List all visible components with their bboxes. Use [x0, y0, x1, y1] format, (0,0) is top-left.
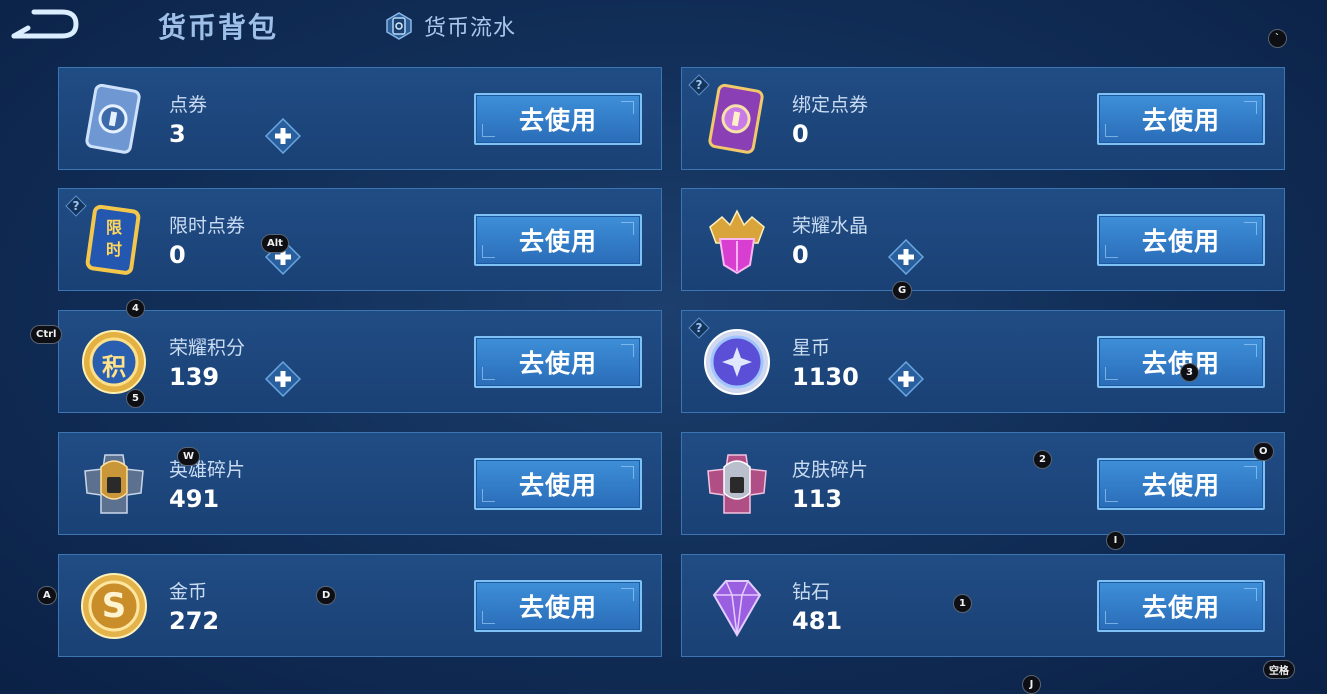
plus-icon: [887, 238, 925, 276]
hotkey-badge-backtick: `: [1268, 29, 1287, 48]
top-bar: 货币背包 货币流水: [0, 0, 1327, 60]
gold-coin-icon-text: S: [101, 586, 127, 626]
currency-amount: 1130: [792, 363, 859, 391]
use-button[interactable]: 去使用: [1097, 580, 1265, 632]
currency-amount: 113: [792, 485, 843, 513]
add-button[interactable]: [887, 360, 925, 398]
currency-amount: 0: [169, 241, 186, 269]
currency-name: 钻石: [792, 581, 831, 603]
use-button-label: 去使用: [1141, 593, 1220, 622]
back-button[interactable]: [10, 6, 80, 42]
currency-amount: 491: [169, 485, 220, 513]
plus-icon: [887, 360, 925, 398]
hotkey-badge-i: I: [1106, 531, 1125, 550]
use-button[interactable]: 去使用: [474, 93, 642, 145]
points-icon-text: 积: [102, 353, 126, 381]
ledger-icon: [386, 12, 412, 40]
use-button-label: 去使用: [1141, 227, 1220, 256]
currency-history-label: 货币流水: [424, 16, 517, 41]
hotkey-badge-d: D: [316, 586, 337, 605]
currency-name: 金币: [169, 581, 208, 603]
page-title: 货币背包: [158, 11, 279, 44]
currency-name: 绑定点券: [792, 94, 869, 116]
currency-amount: 3: [169, 120, 186, 148]
currency-amount: 0: [792, 120, 809, 148]
hotkey-badge-j: J: [1022, 675, 1041, 694]
points-icon: 积: [77, 325, 151, 399]
skin-fragment-icon: [700, 447, 774, 521]
back-arrow-icon: [11, 9, 79, 39]
plus-icon: [264, 360, 302, 398]
use-button[interactable]: 去使用: [474, 458, 642, 510]
currency-amount: 139: [169, 363, 220, 391]
use-button[interactable]: 去使用: [1097, 214, 1265, 266]
hotkey-badge-1: 1: [953, 594, 972, 613]
currency-card-bound-coupon: ? 绑定点券 0 去使用: [681, 67, 1285, 170]
currency-amount: 481: [792, 607, 843, 635]
add-button[interactable]: [264, 117, 302, 155]
use-button-label: 去使用: [518, 106, 597, 135]
hotkey-badge-w: W: [177, 447, 201, 466]
hotkey-badge-5: 5: [126, 389, 145, 408]
use-button-label: 去使用: [1141, 471, 1220, 500]
currency-name: 点券: [169, 94, 208, 116]
hotkey-badge-4: 4: [126, 299, 145, 318]
gold-coin-icon: S: [77, 569, 151, 643]
currency-card-skin-fragment: 皮肤碎片 113 去使用: [681, 432, 1285, 535]
add-button[interactable]: [887, 238, 925, 276]
currency-amount: 0: [792, 241, 809, 269]
hotkey-badge-3: 3: [1180, 363, 1199, 382]
use-button-label: 去使用: [518, 471, 597, 500]
use-button[interactable]: 去使用: [474, 336, 642, 388]
currency-amount: 272: [169, 607, 220, 635]
limited-coupon-icon-text: 限时: [105, 218, 122, 259]
currency-card-glory-points: 积 荣耀积分 139 去使用: [58, 310, 662, 413]
hotkey-badge-a: A: [37, 586, 57, 605]
currency-card-glory-crystal: 荣耀水晶 0 去使用: [681, 188, 1285, 291]
currency-card-diamond: 钻石 481 去使用: [681, 554, 1285, 657]
plus-icon: [264, 117, 302, 155]
add-button[interactable]: [264, 360, 302, 398]
hotkey-badge-alt: Alt: [261, 234, 289, 253]
star-coin-icon: [700, 325, 774, 399]
use-button[interactable]: 去使用: [474, 214, 642, 266]
currency-name: 限时点券: [169, 215, 246, 237]
coupon-icon: [77, 82, 151, 156]
limited-coupon-icon: 限时: [77, 203, 151, 277]
currency-card-hero-fragment: 英雄碎片 491 去使用: [58, 432, 662, 535]
use-button-label: 去使用: [518, 227, 597, 256]
bound-coupon-icon: [700, 82, 774, 156]
crystal-icon: [700, 203, 774, 277]
use-button[interactable]: 去使用: [1097, 336, 1265, 388]
hotkey-badge-o: O: [1253, 442, 1274, 461]
currency-name: 荣耀积分: [169, 337, 246, 359]
hero-fragment-icon: [77, 447, 151, 521]
currency-card-star-coin: ? 星币 1130 去使用: [681, 310, 1285, 413]
currency-card-limited-coupon: ? 限时 限时点券 0 去使用: [58, 188, 662, 291]
use-button[interactable]: 去使用: [474, 580, 642, 632]
currency-history-link[interactable]: 货币流水: [384, 8, 516, 44]
use-button-label: 去使用: [518, 593, 597, 622]
currency-name: 荣耀水晶: [792, 215, 869, 237]
hotkey-badge-g: G: [892, 281, 913, 300]
currency-card-gold: S 金币 272 去使用: [58, 554, 662, 657]
hotkey-badge-ctrl: Ctrl: [30, 325, 63, 344]
currency-name: 星币: [792, 337, 831, 359]
currency-name: 皮肤碎片: [792, 459, 869, 481]
diamond-icon: [700, 569, 774, 643]
use-button-label: 去使用: [518, 349, 597, 378]
currency-card-coupon: 点券 3 去使用: [58, 67, 662, 170]
use-button[interactable]: 去使用: [1097, 458, 1265, 510]
hotkey-badge-space: 空格: [1263, 660, 1295, 679]
use-button[interactable]: 去使用: [1097, 93, 1265, 145]
hotkey-badge-2: 2: [1033, 450, 1052, 469]
use-button-label: 去使用: [1141, 106, 1220, 135]
